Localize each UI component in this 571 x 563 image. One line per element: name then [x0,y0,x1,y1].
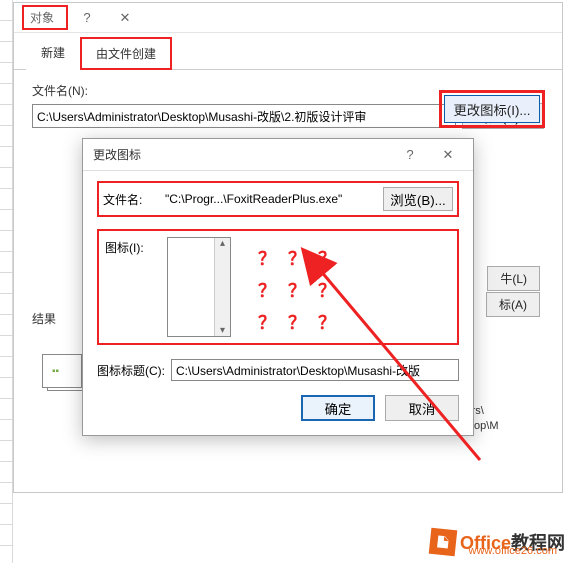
icon-browse-button[interactable]: 浏览(B)... [383,187,453,211]
watermark-logo-icon [429,528,458,557]
icon-caption-input[interactable] [171,359,459,381]
icon-file-label: 文件名: [103,191,155,208]
object-dialog-titlebar: 对象 ? ✕ [14,3,562,33]
object-dialog-tabs: 新建 由文件创建 [14,33,562,70]
inner-close-button[interactable]: ✕ [429,141,467,169]
change-icon-button[interactable]: 更改图标(I)... [444,95,540,123]
annotation-question-marks: ？ ？ ？ ？ ？ ？ ？ ？ ？ [241,237,337,335]
icon-list-row: 图标(I): ▴ ▾ ？ ？ ？ ？ ？ ？ ？ ？ ？ [97,229,459,345]
link-to-file-partial[interactable]: 牛(L) [487,266,540,291]
icon-file-row: 文件名: 浏览(B)... [97,181,459,217]
watermark: Office教程网 www.office26.com [430,529,565,555]
icon-file-input[interactable] [161,188,377,210]
icon-caption-row: 图标标题(C): [97,359,459,381]
object-dialog-body: 文件名(N): 浏览(B)... 牛(L) 标(A) 结果 ▪▪ sers\ s… [14,70,562,141]
display-as-icon-partial[interactable]: 标(A) [486,292,540,317]
icon-caption-label: 图标标题(C): [97,362,165,379]
change-icon-titlebar: 更改图标 ? ✕ [83,139,473,171]
scroll-up-icon[interactable]: ▴ [220,238,225,249]
help-button[interactable]: ? [68,4,106,32]
tab-from-file[interactable]: 由文件创建 [80,37,172,70]
change-icon-dialog: 更改图标 ? ✕ 文件名: 浏览(B)... 图标(I): ▴ ▾ ？ ？ ？ … [82,138,474,436]
result-label: 结果 [32,310,56,327]
scroll-down-icon[interactable]: ▾ [220,325,225,336]
filename-input[interactable] [32,104,456,128]
icon-list-label: 图标(I): [105,237,157,256]
watermark-url: www.office26.com [469,545,557,557]
tab-new[interactable]: 新建 [26,37,80,70]
change-icon-title: 更改图标 [93,146,391,163]
inner-help-button[interactable]: ? [391,141,429,169]
icon-list-scrollbar[interactable]: ▴ ▾ [214,238,230,336]
ok-button[interactable]: 确定 [301,395,375,421]
icon-list-box[interactable]: ▴ ▾ [167,237,231,337]
close-button[interactable]: ✕ [106,4,144,32]
cancel-button[interactable]: 取消 [385,395,459,421]
object-dialog-title: 对象 [22,5,68,30]
spreadsheet-grid-background [0,0,13,563]
result-preview-icon: ▪▪ [47,359,85,391]
